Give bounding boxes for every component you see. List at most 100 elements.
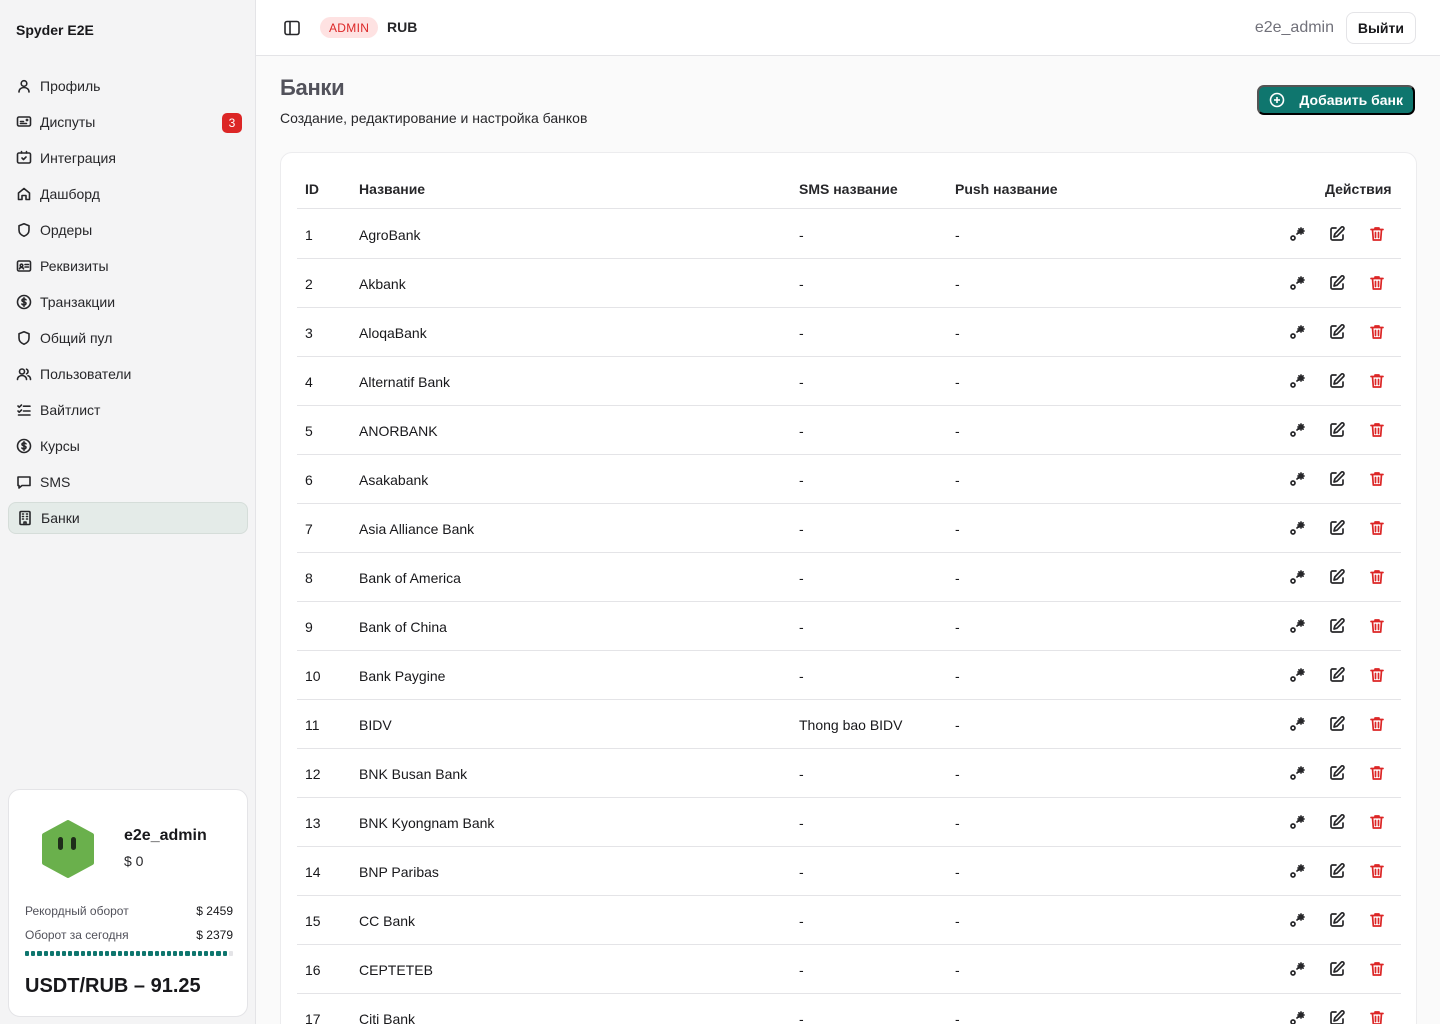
trash-icon[interactable] [1368, 372, 1386, 390]
table-row: 11 BIDV Thong bao BIDV - [297, 700, 1401, 749]
add-bank-button[interactable]: Добавить банк [1257, 85, 1415, 115]
logout-button[interactable]: Выйти [1345, 12, 1416, 44]
trash-icon[interactable] [1368, 274, 1386, 292]
building-icon [17, 510, 33, 526]
edit-icon[interactable] [1328, 764, 1346, 782]
key-icon[interactable] [1288, 715, 1306, 733]
sidebar-item-11[interactable]: SMS [8, 466, 248, 498]
key-icon[interactable] [1288, 911, 1306, 929]
cell-push-name: - [955, 717, 960, 733]
progress-segment [37, 951, 42, 956]
edit-icon[interactable] [1328, 617, 1346, 635]
trash-icon[interactable] [1368, 323, 1386, 341]
cell-name: Asia Alliance Bank [359, 521, 475, 537]
trash-icon[interactable] [1368, 960, 1386, 978]
edit-icon[interactable] [1328, 519, 1346, 537]
trash-icon[interactable] [1368, 568, 1386, 586]
sidebar-item-9[interactable]: Вайтлист [8, 394, 248, 426]
page-title: Банки [280, 75, 345, 100]
key-icon[interactable] [1288, 274, 1306, 292]
sidebar-item-label: Транзакции [40, 294, 116, 310]
edit-icon[interactable] [1328, 225, 1346, 243]
key-icon[interactable] [1288, 519, 1306, 537]
table-row: 10 Bank Paygine - - [297, 651, 1401, 700]
sidebar-item-4[interactable]: Ордеры [8, 214, 248, 246]
key-icon[interactable] [1288, 323, 1306, 341]
trash-icon[interactable] [1368, 519, 1386, 537]
trash-icon[interactable] [1368, 225, 1386, 243]
edit-icon[interactable] [1328, 911, 1346, 929]
cell-id: 14 [305, 864, 321, 880]
edit-icon[interactable] [1328, 372, 1346, 390]
sidebar-item-8[interactable]: Пользователи [8, 358, 248, 390]
cell-push-name: - [955, 619, 960, 635]
sidebar-item-1[interactable]: Диспуты 3 [8, 106, 248, 138]
trash-icon[interactable] [1368, 617, 1386, 635]
key-icon[interactable] [1288, 617, 1306, 635]
key-icon[interactable] [1288, 568, 1306, 586]
trash-icon[interactable] [1368, 813, 1386, 831]
cell-id: 16 [305, 962, 321, 978]
progress-segment [25, 951, 30, 956]
sidebar-item-6[interactable]: Транзакции [8, 286, 248, 318]
cell-name: Bank of China [359, 619, 447, 635]
sidebar-item-label: Курсы [40, 438, 80, 454]
sidebar-item-7[interactable]: Общий пул [8, 322, 248, 354]
key-icon[interactable] [1288, 862, 1306, 880]
key-icon[interactable] [1288, 1009, 1306, 1024]
edit-icon[interactable] [1328, 862, 1346, 880]
sidebar-item-2[interactable]: Интеграция [8, 142, 248, 174]
table-row: 3 AloqaBank - - [297, 308, 1401, 357]
key-icon[interactable] [1288, 372, 1306, 390]
sidebar-item-label: Интеграция [40, 150, 116, 166]
trash-icon[interactable] [1368, 470, 1386, 488]
progress-segment [179, 951, 184, 956]
edit-icon[interactable] [1328, 1009, 1346, 1024]
sidebar-toggle-icon[interactable] [282, 18, 302, 38]
progress-segment [99, 951, 104, 956]
key-icon[interactable] [1288, 960, 1306, 978]
cell-id: 5 [305, 423, 313, 439]
trash-icon[interactable] [1368, 715, 1386, 733]
trash-icon[interactable] [1368, 666, 1386, 684]
key-icon[interactable] [1288, 813, 1306, 831]
edit-icon[interactable] [1328, 715, 1346, 733]
edit-icon[interactable] [1328, 323, 1346, 341]
progress-segment [111, 951, 116, 956]
today-turnover-row: Оборот за сегодня $ 2379 [25, 928, 233, 942]
trash-icon[interactable] [1368, 764, 1386, 782]
sidebar-item-5[interactable]: Реквизиты [8, 250, 248, 282]
trash-icon[interactable] [1368, 1009, 1386, 1024]
edit-icon[interactable] [1328, 813, 1346, 831]
edit-icon[interactable] [1328, 421, 1346, 439]
sidebar-item-12[interactable]: Банки [8, 502, 248, 534]
sidebar-item-10[interactable]: Курсы [8, 430, 248, 462]
sidebar-item-label: Пользователи [40, 366, 132, 382]
edit-icon[interactable] [1328, 274, 1346, 292]
cell-sms-name: - [799, 668, 804, 684]
progress-segment [191, 951, 196, 956]
cell-sms-name: - [799, 570, 804, 586]
table-header: ID Название SMS название Push название Д… [297, 153, 1401, 209]
edit-icon[interactable] [1328, 568, 1346, 586]
progress-segment [80, 951, 85, 956]
key-icon[interactable] [1288, 470, 1306, 488]
cell-id: 8 [305, 570, 313, 586]
edit-icon[interactable] [1328, 960, 1346, 978]
shield-icon [16, 222, 32, 238]
cell-sms-name: - [799, 227, 804, 243]
cell-sms-name: - [799, 423, 804, 439]
trash-icon[interactable] [1368, 421, 1386, 439]
key-icon[interactable] [1288, 764, 1306, 782]
edit-icon[interactable] [1328, 666, 1346, 684]
edit-icon[interactable] [1328, 470, 1346, 488]
key-icon[interactable] [1288, 421, 1306, 439]
trash-icon[interactable] [1368, 911, 1386, 929]
sidebar-item-3[interactable]: Дашборд [8, 178, 248, 210]
sidebar-item-0[interactable]: Профиль [8, 70, 248, 102]
cell-name: Bank Paygine [359, 668, 446, 684]
progress-segment [68, 951, 73, 956]
trash-icon[interactable] [1368, 862, 1386, 880]
key-icon[interactable] [1288, 666, 1306, 684]
key-icon[interactable] [1288, 225, 1306, 243]
